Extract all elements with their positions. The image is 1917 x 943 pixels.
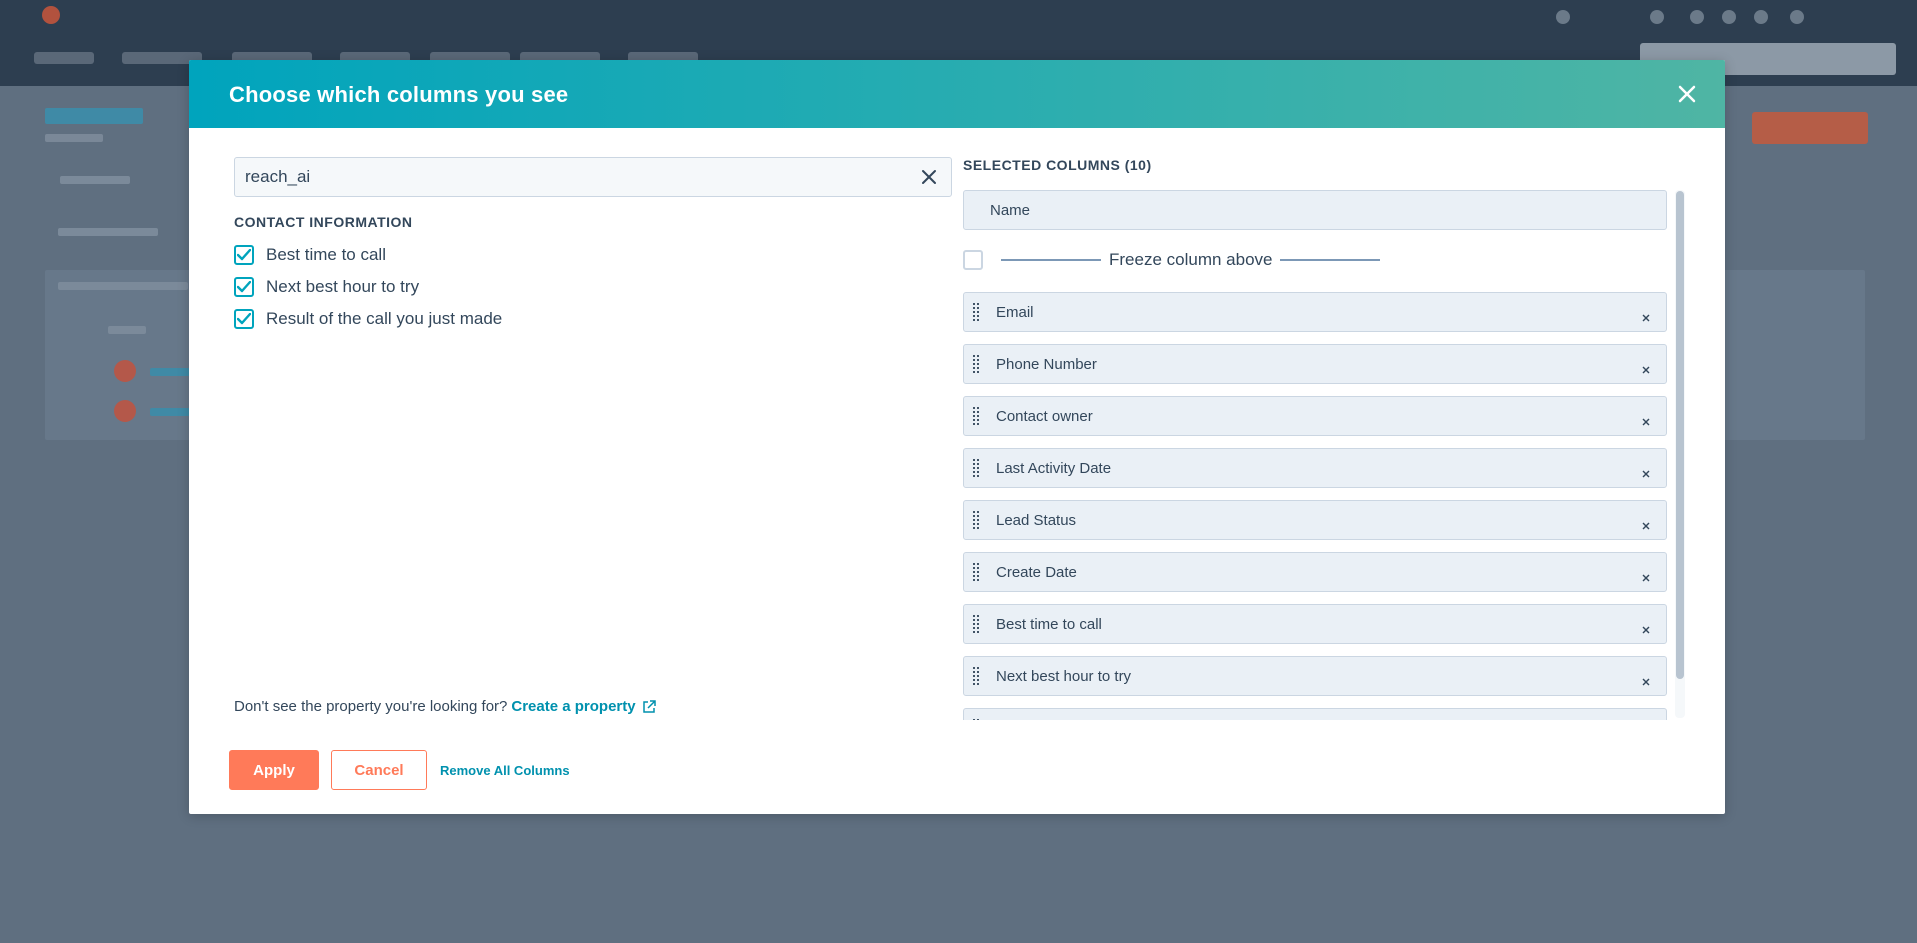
background-filter bbox=[58, 228, 158, 236]
selected-column-best-time-to-call[interactable]: Best time to call bbox=[963, 604, 1667, 644]
selected-column-create-date[interactable]: Create Date bbox=[963, 552, 1667, 592]
selected-column-label: Lead Status bbox=[996, 511, 1077, 529]
background-util-icon bbox=[1754, 10, 1768, 24]
remove-column-icon[interactable] bbox=[1642, 517, 1650, 530]
create-property-link[interactable]: Create a property bbox=[511, 698, 635, 715]
background-nav-item bbox=[34, 52, 94, 64]
selected-column-label: Next best hour to try bbox=[996, 667, 1132, 685]
background-util-icon bbox=[1556, 10, 1570, 24]
background-util-icon bbox=[1690, 10, 1704, 24]
selected-column-email[interactable]: Email bbox=[963, 292, 1667, 332]
modal-header: Choose which columns you see bbox=[189, 60, 1725, 128]
fixed-column-name: Name bbox=[963, 190, 1667, 230]
remove-column-icon[interactable] bbox=[1642, 621, 1650, 634]
modal-title: Choose which columns you see bbox=[229, 82, 569, 107]
selected-column-label: Last Activity Date bbox=[996, 459, 1112, 477]
property-option-best-time-to-call[interactable]: Best time to call bbox=[234, 243, 386, 267]
cancel-button[interactable]: Cancel bbox=[331, 750, 427, 790]
choose-columns-modal: Choose which columns you see CONTACT INF… bbox=[189, 60, 1725, 814]
freeze-column-row: Freeze column above bbox=[963, 248, 1667, 272]
remove-column-icon[interactable] bbox=[1642, 413, 1650, 426]
property-search-field bbox=[234, 157, 952, 197]
checkbox-checked-icon[interactable] bbox=[234, 309, 254, 329]
background-column-header bbox=[108, 326, 146, 334]
hint-text: Don't see the property you're looking fo… bbox=[234, 698, 508, 715]
selected-columns-list[interactable]: Name Freeze column above Email Phone Num… bbox=[963, 190, 1681, 720]
selected-column-label: Best time to call bbox=[996, 615, 1102, 633]
selected-column-label: Contact owner bbox=[996, 407, 1093, 425]
create-property-hint: Don't see the property you're looking fo… bbox=[234, 698, 656, 715]
freeze-column-label: Freeze column above bbox=[1109, 250, 1273, 269]
freeze-divider-line bbox=[1280, 259, 1381, 261]
selected-column-lead-status[interactable]: Lead Status bbox=[963, 500, 1667, 540]
close-icon[interactable] bbox=[1673, 80, 1701, 108]
drag-handle-icon[interactable] bbox=[972, 302, 980, 322]
app-logo bbox=[42, 6, 60, 24]
property-option-label: Result of the call you just made bbox=[266, 309, 503, 328]
property-option-result-of-the-call[interactable]: Result of the call you just made bbox=[234, 307, 502, 331]
remove-column-icon[interactable] bbox=[1642, 309, 1650, 322]
remove-column-icon[interactable] bbox=[1642, 673, 1650, 686]
clear-search-icon[interactable] bbox=[921, 169, 937, 185]
drag-handle-icon[interactable] bbox=[972, 562, 980, 582]
property-option-next-best-hour-to-try[interactable]: Next best hour to try bbox=[234, 275, 419, 299]
background-page-title bbox=[45, 108, 143, 124]
background-tab bbox=[60, 176, 130, 184]
external-link-icon[interactable] bbox=[642, 699, 656, 714]
background-row-avatar bbox=[114, 400, 136, 422]
fixed-column-label: Name bbox=[990, 201, 1031, 219]
drag-handle-icon[interactable] bbox=[972, 666, 980, 686]
section-heading-contact-information: CONTACT INFORMATION bbox=[234, 214, 413, 230]
selected-column-next-best-hour-to-try[interactable]: Next best hour to try bbox=[963, 656, 1667, 696]
selected-column-last-activity-date[interactable]: Last Activity Date bbox=[963, 448, 1667, 488]
checkbox-checked-icon[interactable] bbox=[234, 245, 254, 265]
checkbox-checked-icon[interactable] bbox=[234, 277, 254, 297]
selected-columns-heading: SELECTED COLUMNS (10) bbox=[963, 157, 1152, 173]
property-search-input[interactable] bbox=[235, 158, 895, 196]
background-row-avatar bbox=[114, 360, 136, 382]
remove-column-icon[interactable] bbox=[1642, 465, 1650, 478]
remove-column-icon[interactable] bbox=[1642, 569, 1650, 582]
selected-column-contact-owner[interactable]: Contact owner bbox=[963, 396, 1667, 436]
selected-column-label: Create Date bbox=[996, 563, 1077, 581]
remove-column-icon[interactable] bbox=[1642, 361, 1650, 374]
background-row-name bbox=[150, 408, 190, 416]
selected-column-partial[interactable] bbox=[963, 708, 1667, 720]
property-option-label: Best time to call bbox=[266, 245, 386, 264]
background-create-button bbox=[1752, 112, 1868, 144]
background-avatar bbox=[1790, 10, 1804, 24]
drag-handle-icon[interactable] bbox=[972, 458, 980, 478]
drag-handle-icon[interactable] bbox=[972, 718, 980, 720]
selected-list-scrollbar-thumb[interactable] bbox=[1676, 191, 1684, 679]
drag-handle-icon[interactable] bbox=[972, 354, 980, 374]
selected-column-label: Email bbox=[996, 303, 1034, 321]
freeze-column-checkbox[interactable] bbox=[963, 250, 983, 270]
selected-column-phone-number[interactable]: Phone Number bbox=[963, 344, 1667, 384]
selected-column-label: Phone Number bbox=[996, 355, 1097, 373]
property-option-label: Next best hour to try bbox=[266, 277, 420, 296]
background-table-search bbox=[58, 282, 188, 290]
background-util-icon bbox=[1650, 10, 1664, 24]
apply-button[interactable]: Apply bbox=[229, 750, 319, 790]
background-record-count bbox=[45, 134, 103, 142]
background-row-name bbox=[150, 368, 190, 376]
drag-handle-icon[interactable] bbox=[972, 510, 980, 530]
background-util-icon bbox=[1722, 10, 1736, 24]
drag-handle-icon[interactable] bbox=[972, 406, 980, 426]
drag-handle-icon[interactable] bbox=[972, 614, 980, 634]
freeze-divider-line bbox=[1001, 259, 1101, 261]
remove-all-columns-button[interactable]: Remove All Columns bbox=[440, 763, 570, 778]
